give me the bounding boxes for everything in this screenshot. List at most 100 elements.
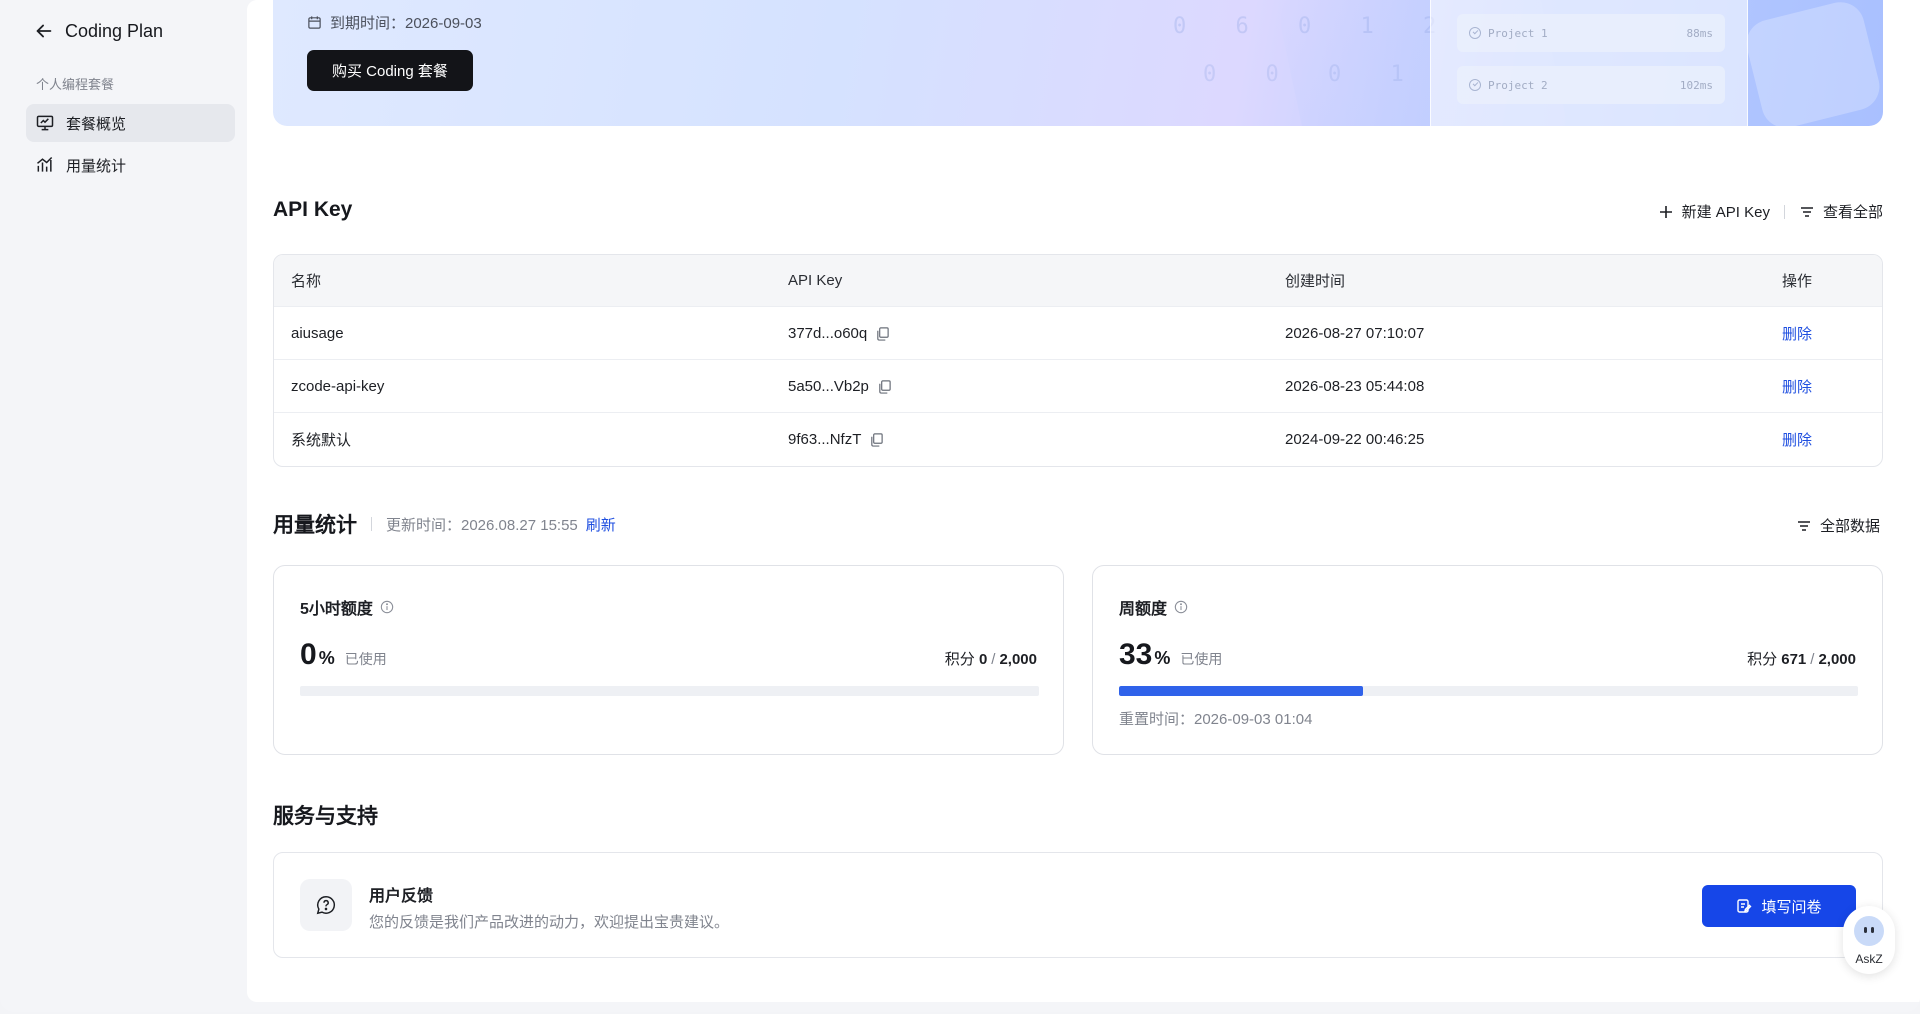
used-label: 已使用 [1180, 651, 1223, 667]
info-icon[interactable] [1174, 600, 1188, 614]
copy-icon[interactable] [869, 432, 884, 447]
feedback-icon-box [300, 879, 352, 931]
askz-label: AskZ [1855, 952, 1883, 966]
column-header: 操作 [1782, 273, 1813, 290]
percent-sign: % [318, 648, 335, 668]
feedback-title: 用户反馈 [369, 888, 434, 905]
points-total: 2,000 [999, 651, 1037, 668]
usage-percent: 0 % 已使用 [300, 638, 387, 672]
usage-card-weekly: 周额度 33 % 已使用 积分 671/2,000 重置时间：2026-09-0… [1092, 565, 1883, 755]
update-meta: 更新时间：2026.08.27 15:55 刷新 [386, 514, 616, 535]
sidebar-item-overview[interactable]: 套餐概览 [26, 104, 235, 142]
points-label: 积分 [1747, 651, 1778, 668]
sidebar-item-label: 用量统计 [66, 157, 127, 175]
copy-icon[interactable] [875, 326, 890, 341]
column-header: 创建时间 [1285, 273, 1346, 290]
percent-number: 33 [1119, 638, 1153, 671]
column-header: API Key [788, 272, 843, 289]
check-circle-icon [1469, 27, 1481, 39]
sidebar-item-usage[interactable]: 用量统计 [26, 146, 235, 184]
new-api-key-label: 新建 API Key [1681, 204, 1770, 221]
card-title-row: 5小时额度 [300, 595, 394, 619]
delete-link[interactable]: 删除 [1782, 326, 1812, 343]
monitor-icon [36, 115, 54, 131]
question-chat-icon [316, 896, 336, 915]
card-title-row: 周额度 [1119, 595, 1188, 619]
divider [371, 517, 372, 531]
buy-plan-button[interactable]: 购买 Coding 套餐 [307, 50, 473, 91]
key-name: zcode-api-key [291, 377, 385, 395]
project-preview: Project 1 88ms Project 2 102ms [1430, 0, 1748, 126]
created-time: 2026-08-27 07:10:07 [1285, 324, 1425, 342]
project-row: Project 2 102ms [1457, 66, 1725, 104]
expire-date: 到期时间：2026-09-03 [307, 12, 482, 33]
usage-card-5h: 5小时额度 0 % 已使用 积分 0/2,000 [273, 565, 1064, 755]
project-name: Project 2 [1488, 78, 1548, 92]
card-title: 周额度 [1119, 601, 1168, 618]
support-title: 服务与支持 [273, 805, 378, 828]
askz-assistant-button[interactable]: AskZ [1843, 906, 1895, 974]
points-used: 671 [1781, 651, 1807, 668]
project-latency: 102ms [1679, 78, 1713, 92]
column-header: 名称 [291, 273, 322, 290]
key-value-cell: 5a50...Vb2p [771, 378, 1268, 395]
feedback-card: 用户反馈 您的反馈是我们产品改进的动力，欢迎提出宝贵建议。 填写问卷 [273, 852, 1883, 958]
bar-chart-icon [37, 156, 53, 172]
project-latency: 88ms [1686, 26, 1714, 40]
update-time: 更新时间：2026.08.27 15:55 [386, 516, 578, 534]
info-icon[interactable] [380, 600, 394, 614]
new-api-key-button[interactable]: 新建 API Key [1658, 201, 1770, 222]
main-panel: 0 6 0 1 2 0 0 0 1 到期时间：2026-09-03 购买 Cod… [247, 0, 1920, 1002]
progress-bar [1119, 686, 1858, 696]
sidebar-section-label: 个人编程套餐 [36, 77, 115, 92]
all-data-button[interactable]: 全部数据 [1796, 515, 1880, 536]
view-all-button[interactable]: 查看全部 [1799, 201, 1883, 222]
points-readout: 积分 0/2,000 [944, 651, 1037, 668]
percent-sign: % [1154, 648, 1171, 668]
fill-survey-button[interactable]: 填写问卷 [1702, 885, 1856, 927]
key-name: aiusage [291, 324, 344, 342]
app-window: Coding Plan 个人编程套餐 套餐概览 用量统计 0 6 0 1 2 0… [0, 0, 1920, 1012]
key-value: 5a50...Vb2p [788, 377, 869, 395]
view-all-label: 查看全部 [1822, 204, 1883, 221]
table-row: 系统默认 9f63...NfzT 2024-09-22 00:46:25 删除 [274, 412, 1882, 465]
fill-survey-label: 填写问卷 [1761, 898, 1822, 916]
all-data-label: 全部数据 [1819, 518, 1880, 535]
delete-link[interactable]: 删除 [1782, 379, 1812, 396]
project-row: Project 1 88ms [1457, 14, 1725, 52]
created-time: 2026-08-23 05:44:08 [1285, 377, 1425, 395]
card-title: 5小时额度 [300, 601, 373, 618]
table-row: zcode-api-key 5a50...Vb2p 2026-08-23 05:… [274, 359, 1882, 412]
banner-decoration [1741, 0, 1883, 126]
usage-actions: 全部数据 [1796, 515, 1880, 536]
back-button[interactable]: Coding Plan [33, 20, 163, 42]
delete-link[interactable]: 删除 [1782, 432, 1812, 449]
used-label: 已使用 [344, 651, 387, 667]
key-value-cell: 377d...o60q [771, 325, 1268, 342]
table-row: aiusage 377d...o60q 2026-08-27 07:10:07 … [274, 306, 1882, 359]
points-label: 积分 [944, 651, 975, 668]
api-key-actions: 新建 API Key 查看全部 [1658, 201, 1883, 222]
plan-banner: 0 6 0 1 2 0 0 0 1 到期时间：2026-09-03 购买 Cod… [273, 0, 1883, 126]
key-value: 377d...o60q [788, 324, 868, 342]
project-name: Project 1 [1488, 26, 1548, 40]
usage-percent: 33 % 已使用 [1119, 638, 1222, 672]
filter-icon [1800, 206, 1813, 217]
points-total: 2,000 [1818, 651, 1856, 668]
banner-decoration: 0 0 0 1 [1203, 62, 1422, 87]
table-header: 名称 API Key 创建时间 操作 [274, 255, 1882, 306]
points-used: 0 [978, 651, 988, 668]
progress-bar [300, 686, 1039, 696]
check-circle-icon [1469, 79, 1481, 91]
progress-fill [1119, 686, 1363, 696]
percent-number: 0 [300, 638, 317, 671]
created-time: 2024-09-22 00:46:25 [1285, 430, 1425, 448]
api-key-table: 名称 API Key 创建时间 操作 aiusage 377d...o60q 2… [273, 254, 1883, 467]
plus-icon [1659, 205, 1672, 218]
key-value-cell: 9f63...NfzT [771, 431, 1268, 448]
refresh-link[interactable]: 刷新 [586, 514, 616, 535]
copy-icon[interactable] [877, 379, 892, 394]
key-name: 系统默认 [291, 431, 352, 449]
sidebar: Coding Plan 个人编程套餐 套餐概览 用量统计 [0, 0, 246, 1012]
expire-label: 到期时间：2026-09-03 [330, 15, 482, 32]
